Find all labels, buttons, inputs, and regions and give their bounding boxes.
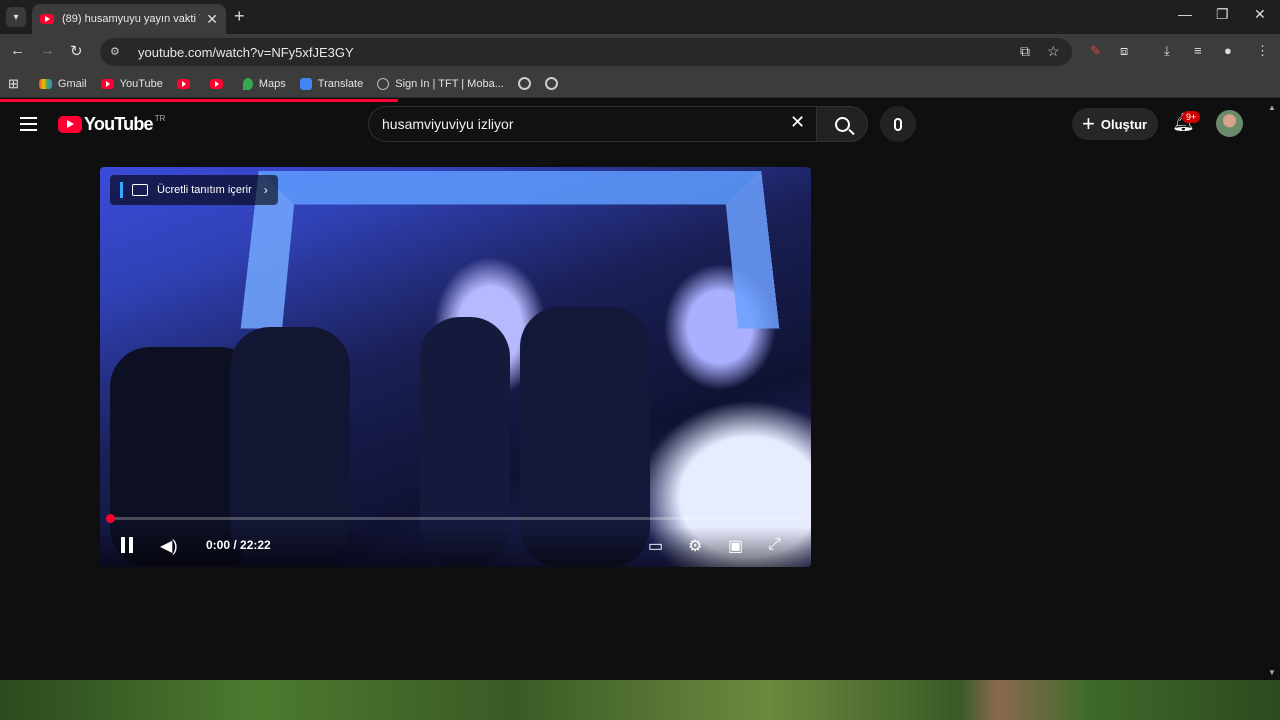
- globe-icon: [544, 77, 558, 90]
- globe-icon: [517, 77, 531, 90]
- youtube-icon: [100, 78, 114, 89]
- bookmark-translate[interactable]: Translate: [299, 77, 364, 90]
- microphone-icon: [894, 117, 902, 131]
- reload-icon[interactable]: ↻: [70, 42, 83, 60]
- new-tab-button[interactable]: +: [234, 6, 245, 27]
- back-icon[interactable]: ←: [10, 42, 25, 59]
- plus-icon: +: [1082, 111, 1095, 136]
- progress-bar[interactable]: [109, 517, 801, 520]
- country-code: TR: [154, 114, 166, 123]
- create-button[interactable]: + Oluştur: [1072, 108, 1158, 140]
- downloads-icon[interactable]: ⤓: [1164, 43, 1170, 59]
- media-controls-icon[interactable]: ≡: [1194, 43, 1202, 58]
- youtube-header: YouTube TR husamviyuviyu izliyor ✕ + Olu…: [0, 102, 1280, 146]
- install-app-icon[interactable]: ⧉: [1020, 43, 1030, 60]
- theater-mode-icon[interactable]: ▣: [728, 536, 743, 556]
- create-label: Oluştur: [1100, 116, 1148, 132]
- chevron-right-icon: ›: [263, 183, 268, 197]
- youtube-icon: [176, 78, 190, 89]
- settings-gear-icon[interactable]: ⚙: [688, 536, 702, 556]
- close-window-icon[interactable]: ✕: [1254, 6, 1266, 23]
- video-frame-scene: [240, 170, 780, 329]
- bookmark-gmail[interactable]: Gmail: [38, 77, 87, 90]
- restore-icon[interactable]: ❐: [1216, 6, 1229, 23]
- translate-icon: [299, 77, 312, 90]
- tab-search-button[interactable]: ▾: [6, 7, 26, 27]
- tft-icon: [377, 77, 390, 90]
- site-info-icon[interactable]: ⚙: [110, 45, 124, 59]
- menu-icon[interactable]: [20, 117, 37, 131]
- logo-text: YouTube: [84, 114, 154, 134]
- forward-icon[interactable]: →: [40, 42, 55, 59]
- youtube-favicon-icon: [40, 14, 54, 24]
- extension-icon[interactable]: ✎: [1090, 43, 1101, 59]
- gmail-icon: [38, 78, 52, 89]
- bookmark-tft[interactable]: Sign In | TFT | Moba...: [377, 77, 504, 90]
- clear-search-icon[interactable]: ✕: [790, 112, 805, 133]
- chevron-down-icon: ▾: [13, 11, 19, 23]
- voice-search-button[interactable]: [880, 106, 916, 142]
- address-bar[interactable]: ⚙ youtube.com/watch?v=NFy5xfJE3GY: [100, 38, 1072, 66]
- bookmark-globe-2[interactable]: [544, 77, 558, 90]
- scrubber-handle[interactable]: [106, 514, 115, 523]
- search-icon: [834, 116, 850, 132]
- bookmark-youtube[interactable]: YouTube: [100, 77, 163, 90]
- youtube-icon: [209, 78, 223, 89]
- youtube-play-icon: [58, 116, 82, 133]
- extensions-puzzle-icon[interactable]: ⧈: [1120, 43, 1128, 59]
- bookmark-youtube-2[interactable]: [176, 78, 196, 89]
- bookmarks-bar: ⊞ Gmail YouTube Maps Translate Sign In |…: [0, 70, 1280, 98]
- video-player[interactable]: Ücretli tanıtım içerir › ◀︎) 0:00 / 22:2…: [100, 167, 811, 567]
- bookmark-label: YouTube: [119, 77, 163, 90]
- youtube-logo[interactable]: YouTube TR: [58, 114, 165, 135]
- search-query: husamviyuviyu izliyor: [382, 116, 514, 132]
- profile-icon[interactable]: ●: [1224, 43, 1232, 58]
- promo-text: Ücretli tanıtım içerir: [157, 184, 252, 196]
- pause-icon[interactable]: [120, 537, 134, 553]
- bookmark-label: Sign In | TFT | Moba...: [395, 77, 504, 90]
- search-input[interactable]: husamviyuviyu izliyor: [368, 106, 816, 142]
- scroll-up-arrow-icon[interactable]: ▲: [1268, 103, 1276, 112]
- time-display: 0:00 / 22:22: [206, 538, 271, 552]
- bookmark-maps[interactable]: Maps: [242, 77, 286, 90]
- background-foliage-image: [0, 680, 1280, 720]
- browser-tab-bar: ▾ (89) husamyuyu yayın vakti 7 - ✕ + — ❐…: [0, 0, 1280, 34]
- browser-tab[interactable]: (89) husamyuyu yayın vakti 7 - ✕: [32, 4, 226, 34]
- fullscreen-icon[interactable]: ⤢: [768, 536, 781, 554]
- promotion-icon: [132, 184, 148, 196]
- apps-icon[interactable]: ⊞: [8, 76, 19, 92]
- notification-badge: 9+: [1182, 111, 1201, 123]
- bookmark-label: Gmail: [57, 77, 87, 90]
- avatar[interactable]: [1216, 110, 1243, 137]
- search-button[interactable]: [816, 106, 868, 142]
- bookmark-label: Maps: [258, 77, 286, 90]
- bookmark-star-icon[interactable]: ☆: [1047, 43, 1060, 60]
- browser-toolbar: ← → ↻ ⚙ youtube.com/watch?v=NFy5xfJE3GY …: [0, 34, 1280, 70]
- scroll-down-arrow-icon[interactable]: ▼: [1268, 668, 1276, 677]
- bookmark-globe-1[interactable]: [517, 77, 531, 90]
- paid-promotion-label[interactable]: Ücretli tanıtım içerir ›: [110, 175, 278, 205]
- volume-icon[interactable]: ◀︎): [160, 536, 178, 556]
- minimize-icon[interactable]: —: [1178, 6, 1192, 22]
- bookmark-youtube-3[interactable]: [209, 78, 229, 89]
- subtitles-icon[interactable]: ▭: [648, 536, 663, 556]
- close-tab-icon[interactable]: ✕: [206, 11, 218, 28]
- url-text: youtube.com/watch?v=NFy5xfJE3GY: [138, 44, 354, 60]
- player-controls: ◀︎) 0:00 / 22:22 ▭ ⚙ ▣ ⤢: [100, 527, 811, 567]
- bookmark-label: Translate: [317, 77, 364, 90]
- maps-pin-icon: [242, 77, 253, 90]
- more-menu-icon[interactable]: ⋮: [1256, 43, 1269, 59]
- tab-title: (89) husamyuyu yayın vakti 7 -: [62, 13, 201, 25]
